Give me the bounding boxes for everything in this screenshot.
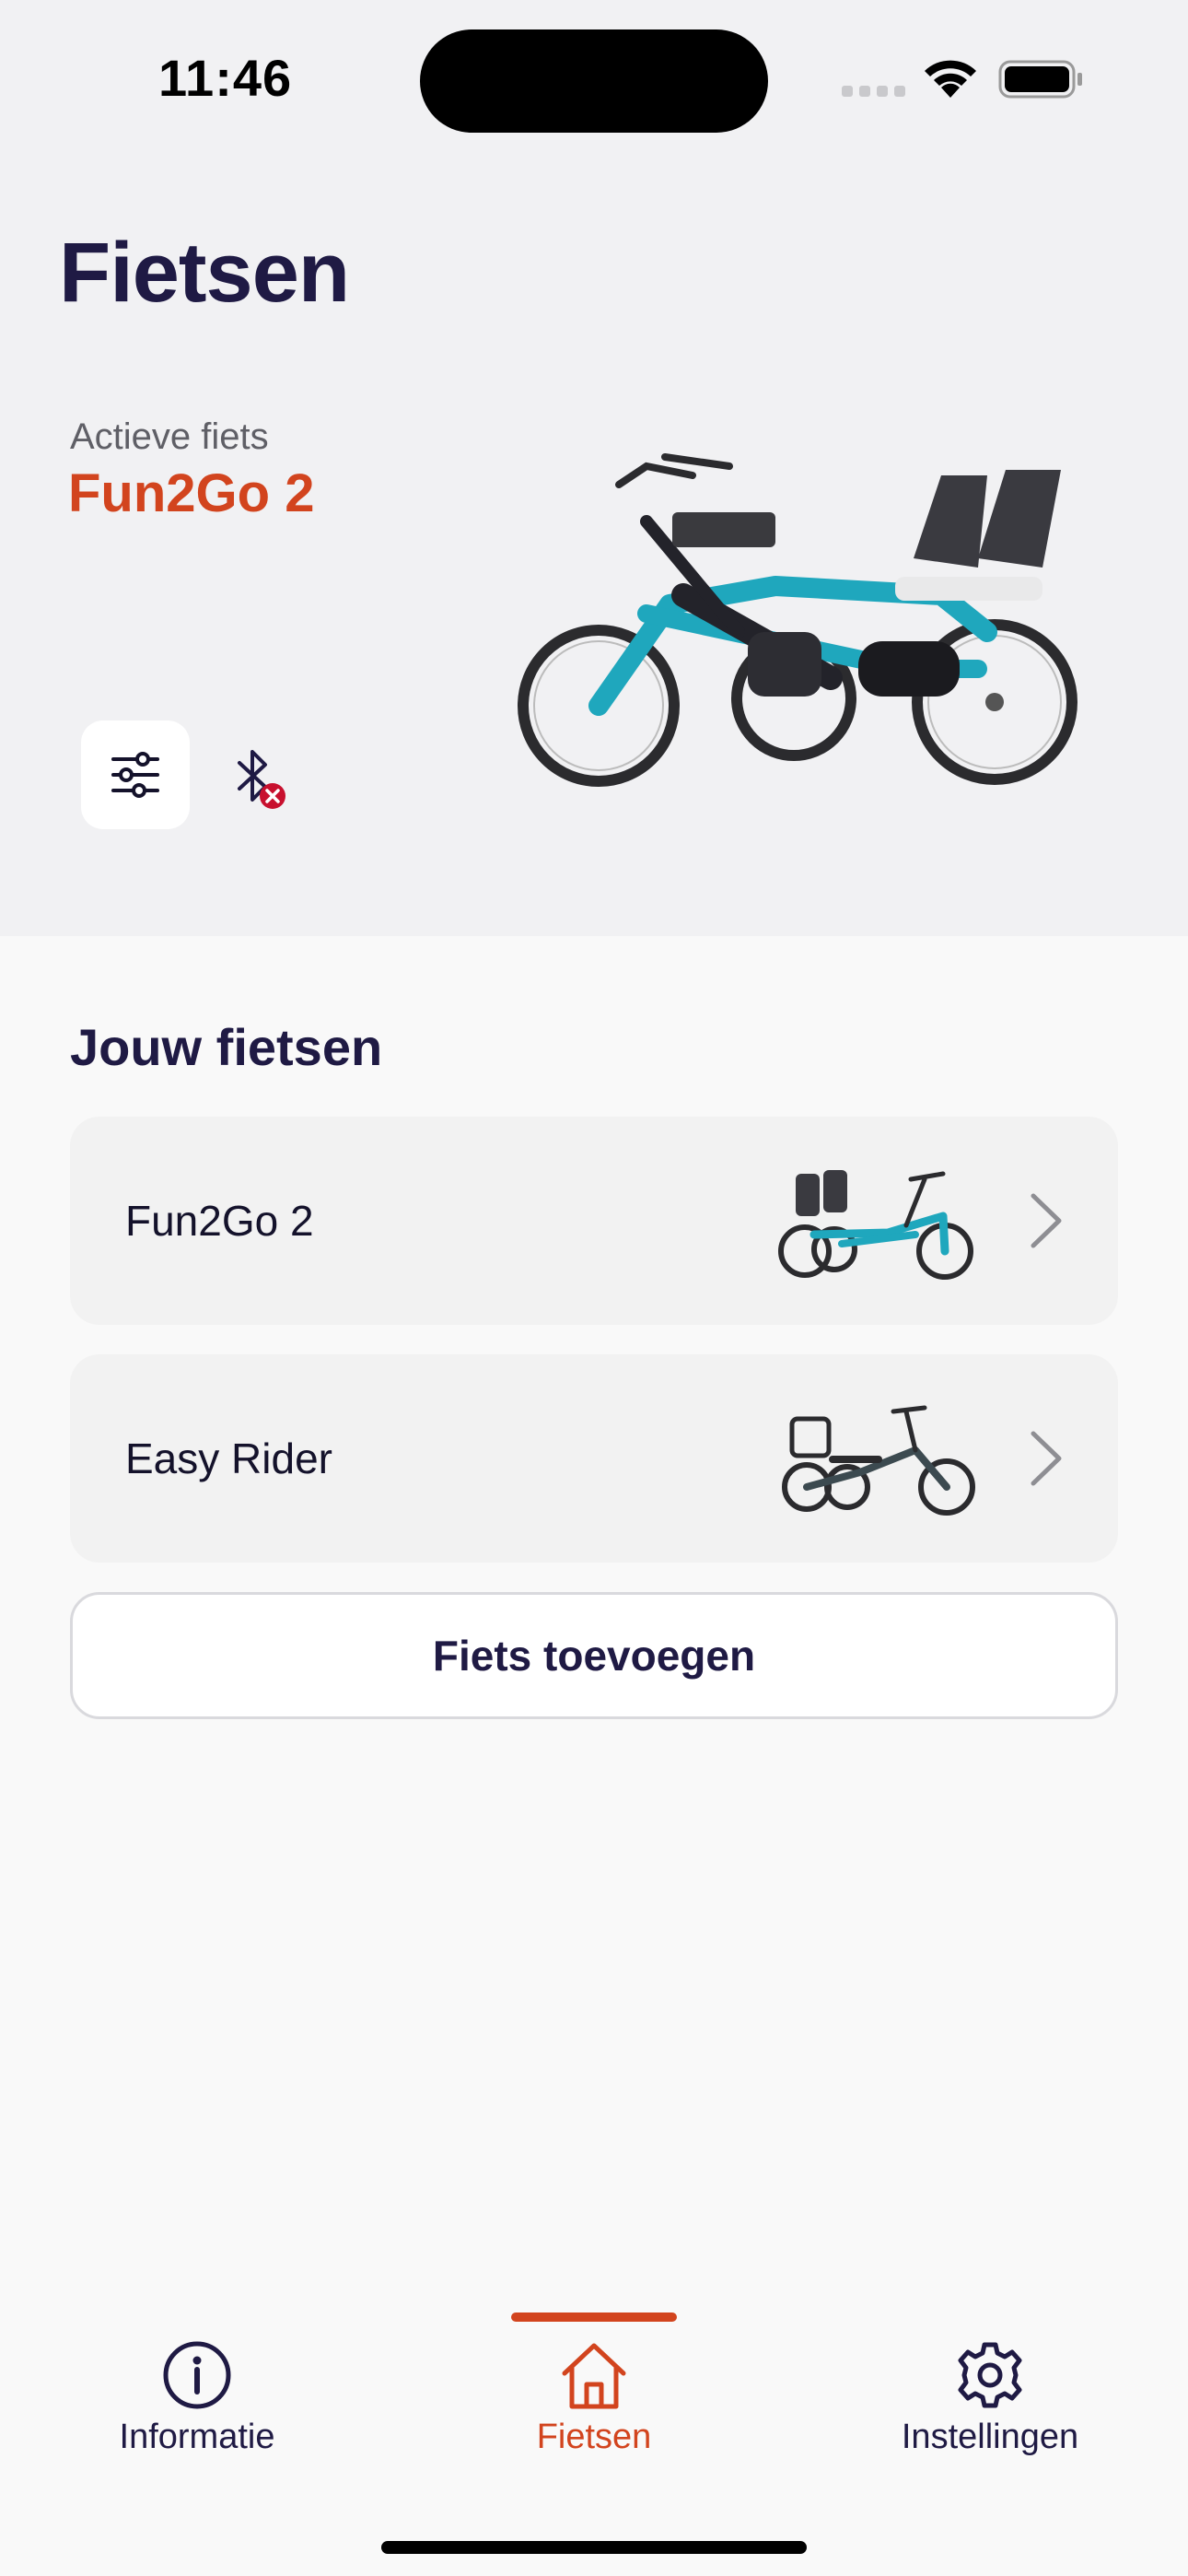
bike-name: Fun2Go 2 <box>125 1197 314 1245</box>
cellular-signal-icon <box>842 86 905 97</box>
active-bike-image <box>518 453 1077 787</box>
bike-list-item[interactable]: Easy Rider <box>70 1354 1118 1563</box>
tab-label: Fietsen <box>536 2418 652 2456</box>
bike-thumbnail <box>778 1170 973 1280</box>
bike-name: Easy Rider <box>125 1434 332 1482</box>
home-icon <box>562 2343 626 2409</box>
bike-list-item[interactable]: Fun2Go 2 <box>70 1117 1118 1325</box>
tab-fietsen[interactable]: Fietsen <box>447 2338 741 2467</box>
bike-settings-button[interactable] <box>81 720 190 829</box>
gear-icon <box>958 2342 1022 2408</box>
status-time: 11:46 <box>158 49 293 107</box>
section-title: Jouw fietsen <box>70 1018 383 1076</box>
active-bike-name: Fun2Go 2 <box>68 463 315 523</box>
page-title: Fietsen <box>59 226 350 320</box>
tab-instellingen[interactable]: Instellingen <box>843 2338 1137 2467</box>
chevron-right-icon <box>1031 1193 1062 1248</box>
sliders-icon <box>111 752 159 798</box>
bike-thumbnail <box>782 1405 975 1516</box>
active-bike-label: Actieve fiets <box>70 416 269 457</box>
battery-icon <box>998 60 1082 99</box>
active-tab-indicator <box>511 2313 677 2322</box>
tab-label: Instellingen <box>901 2418 1079 2456</box>
dynamic-island <box>420 29 768 133</box>
bluetooth-disconnected-icon[interactable] <box>225 743 291 816</box>
add-bike-button[interactable]: Fiets toevoegen <box>70 1592 1118 1719</box>
tab-informatie[interactable]: Informatie <box>50 2338 344 2467</box>
wifi-icon <box>925 60 976 98</box>
home-indicator <box>381 2541 807 2554</box>
tab-label: Informatie <box>119 2418 275 2456</box>
chevron-right-icon <box>1031 1431 1062 1486</box>
info-icon <box>163 2341 231 2409</box>
